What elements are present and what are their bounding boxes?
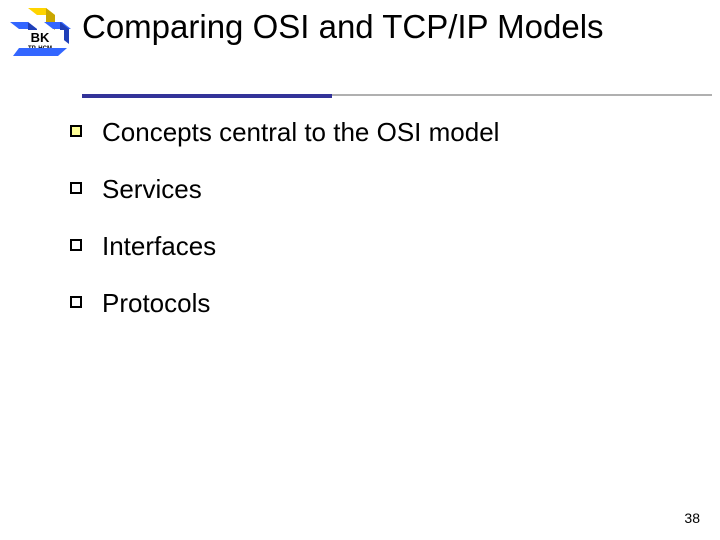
bullet-text: Interfaces xyxy=(102,229,216,264)
slide-title: Comparing OSI and TCP/IP Models xyxy=(82,6,672,47)
list-item: Concepts central to the OSI model xyxy=(70,115,660,150)
bullet-text: Concepts central to the OSI model xyxy=(102,115,499,150)
slide: BK TP. HCM Comparing OSI and TCP/IP Mode… xyxy=(0,0,720,540)
logo-text-top: BK xyxy=(31,30,50,45)
square-bullet-icon xyxy=(70,296,82,308)
title-underline xyxy=(332,94,712,96)
list-item: Interfaces xyxy=(70,229,660,264)
list-item: Services xyxy=(70,172,660,207)
list-item: Protocols xyxy=(70,286,660,321)
bk-logo: BK TP. HCM xyxy=(10,8,72,60)
square-bullet-icon xyxy=(70,239,82,251)
square-bullet-icon xyxy=(70,182,82,194)
bullet-text: Protocols xyxy=(102,286,210,321)
content-area: Concepts central to the OSI model Servic… xyxy=(70,115,660,343)
title-underline-accent xyxy=(82,94,332,98)
bullet-text: Services xyxy=(102,172,202,207)
page-number: 38 xyxy=(684,510,700,526)
square-bullet-icon xyxy=(70,125,82,137)
